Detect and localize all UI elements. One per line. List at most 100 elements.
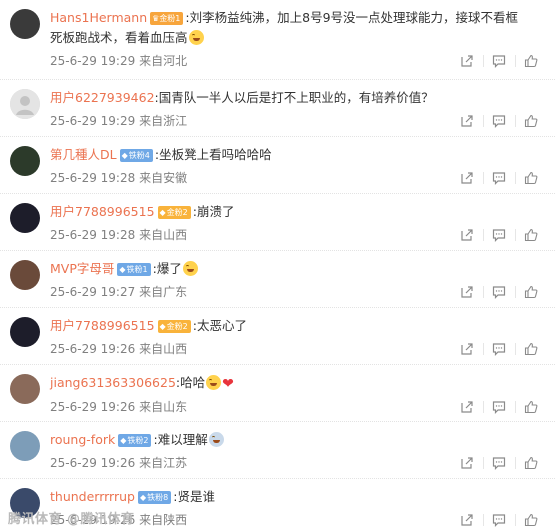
comment-item: 用户6227939462:国青队一半人以后是打不上职业的，有培养价值？ 25-6-… [0,80,555,137]
comment-item: MVP字母哥 ◆铁粉1:爆了 25-6-29 19:27 来自广东 [0,251,555,308]
like-button[interactable] [515,170,547,186]
avatar[interactable] [10,260,40,290]
reply-button[interactable] [483,113,515,129]
comment-body: 太恶心了 [197,318,248,333]
comment-time: 25-6-29 19:26 [50,400,136,414]
like-button[interactable] [515,341,547,357]
avatar[interactable] [10,317,40,347]
comment-meta: 25-6-29 19:29 来自浙江 [50,108,555,134]
comment-text-line: Hans1Hermann ♛金粉1:刘李杨益纯沸，加上8号9号没一点处理球能力，接… [50,8,555,48]
comment-list: Hans1Hermann ♛金粉1:刘李杨益纯沸，加上8号9号没一点处理球能力，接… [0,0,555,532]
comment-text-line: 用户7788996515 ◆金粉2:崩溃了 [50,202,555,222]
avatar[interactable] [10,9,40,39]
laugh-emoji-icon [206,375,222,390]
comment-time: 25-6-29 19:29 [50,114,136,128]
comment-username-link[interactable]: 第几種人DL [50,147,117,162]
comment-meta: 25-6-29 19:26 来自江苏 [50,450,555,476]
comment-item: 用户7788996515 ◆金粉2:太恶心了 25-6-29 19:26 来自山西 [0,308,555,365]
share-button[interactable] [451,455,483,471]
share-icon [460,54,474,68]
fan-badge-label: 铁粉8 [147,493,169,502]
fan-badge-label: 铁粉4 [128,151,150,160]
avatar[interactable] [10,203,40,233]
comment-icon [492,285,506,299]
reply-button[interactable] [483,284,515,300]
share-icon [460,400,474,414]
reply-button[interactable] [483,399,515,415]
like-button[interactable] [515,399,547,415]
comment-text-line: 第几種人DL ◆铁粉4:坐板凳上看吗哈哈哈 [50,145,555,165]
comment-username-link[interactable]: MVP字母哥 [50,261,114,276]
comment-username-link[interactable]: roung-fork [50,432,115,447]
comment-body: 爆了 [156,261,182,276]
share-button[interactable] [451,227,483,243]
comment-body: 哈哈 [180,375,206,390]
comment-icon [492,342,506,356]
share-button[interactable] [451,341,483,357]
comment-username-link[interactable]: 用户7788996515 [50,318,155,333]
comment-item: 第几種人DL ◆铁粉4:坐板凳上看吗哈哈哈 25-6-29 19:28 来自安徽 [0,137,555,194]
share-button[interactable] [451,399,483,415]
comment-text-line: roung-fork ◆铁粉2:难以理解 [50,430,555,450]
comment-text-line: thunderrrrrup ◆铁粉8:贤是谁 [50,487,555,507]
share-button[interactable] [451,512,483,528]
reply-button[interactable] [483,341,515,357]
comment-location: 来自山东 [139,400,188,414]
comment-actions [451,279,547,305]
avatar[interactable] [10,374,40,404]
like-button[interactable] [515,455,547,471]
comment-text-line: MVP字母哥 ◆铁粉1:爆了 [50,259,555,279]
fan-badge: ◆铁粉1 [117,263,151,276]
avatar[interactable] [10,89,40,119]
comment-username-link[interactable]: 用户7788996515 [50,204,155,219]
fan-badge: ◆铁粉2 [118,434,152,447]
comment-item: roung-fork ◆铁粉2:难以理解 25-6-29 19:26 来自江苏 [0,422,555,479]
comment-time: 25-6-29 19:27 [50,285,136,299]
comment-meta: 25-6-29 19:29 来自河北 [50,48,555,74]
like-button[interactable] [515,284,547,300]
comment-actions [451,165,547,191]
grin-emoji-icon [188,30,204,45]
share-button[interactable] [451,284,483,300]
comment-username-link[interactable]: thunderrrrrup [50,489,135,504]
reply-button[interactable] [483,170,515,186]
like-button[interactable] [515,512,547,528]
fan-badge-label: 铁粉2 [127,436,149,445]
comment-item: Hans1Hermann ♛金粉1:刘李杨益纯沸，加上8号9号没一点处理球能力，接… [0,0,555,80]
reply-button[interactable] [483,227,515,243]
like-icon [524,400,538,414]
diamond-icon: ◆ [159,208,166,217]
comment-location: 来自山西 [139,342,188,356]
reply-button[interactable] [483,455,515,471]
avatar[interactable] [10,431,40,461]
fan-badge: ♛金粉1 [150,12,184,25]
reply-button[interactable] [483,512,515,528]
like-button[interactable] [515,113,547,129]
like-button[interactable] [515,53,547,69]
comment-username-link[interactable]: Hans1Hermann [50,10,147,25]
heart-emoji-icon: ❤ [222,376,234,392]
avatar[interactable] [10,146,40,176]
reply-button[interactable] [483,53,515,69]
comment-icon [492,400,506,414]
share-button[interactable] [451,53,483,69]
diamond-icon: ◆ [119,265,126,274]
share-button[interactable] [451,170,483,186]
share-button[interactable] [451,113,483,129]
comment-text-line: 用户7788996515 ◆金粉2:太恶心了 [50,316,555,336]
share-icon [460,513,474,527]
comment-location: 来自河北 [139,54,188,68]
like-button[interactable] [515,227,547,243]
comment-username-link[interactable]: jiang631363306625 [50,375,176,390]
comment-time: 25-6-29 19:29 [50,54,136,68]
comment-icon [492,456,506,470]
comment-body: 贤是谁 [177,489,215,504]
share-icon [460,114,474,128]
comment-icon [492,54,506,68]
comment-actions [451,450,547,476]
comment-username-link[interactable]: 用户6227939462 [50,90,155,105]
comment-location: 来自安徽 [139,171,188,185]
comment-actions [451,108,547,134]
comment-icon [492,114,506,128]
comment-actions [451,336,547,362]
